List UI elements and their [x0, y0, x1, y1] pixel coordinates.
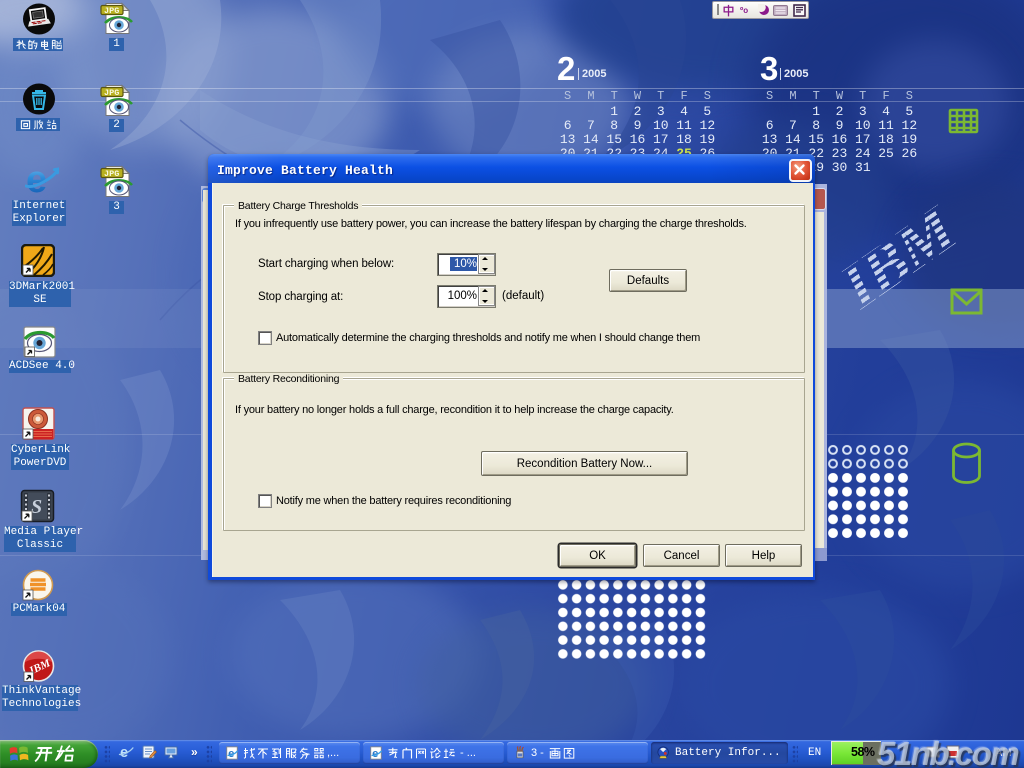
svg-text:e: e — [26, 161, 47, 198]
svg-text:S: S — [31, 496, 42, 518]
